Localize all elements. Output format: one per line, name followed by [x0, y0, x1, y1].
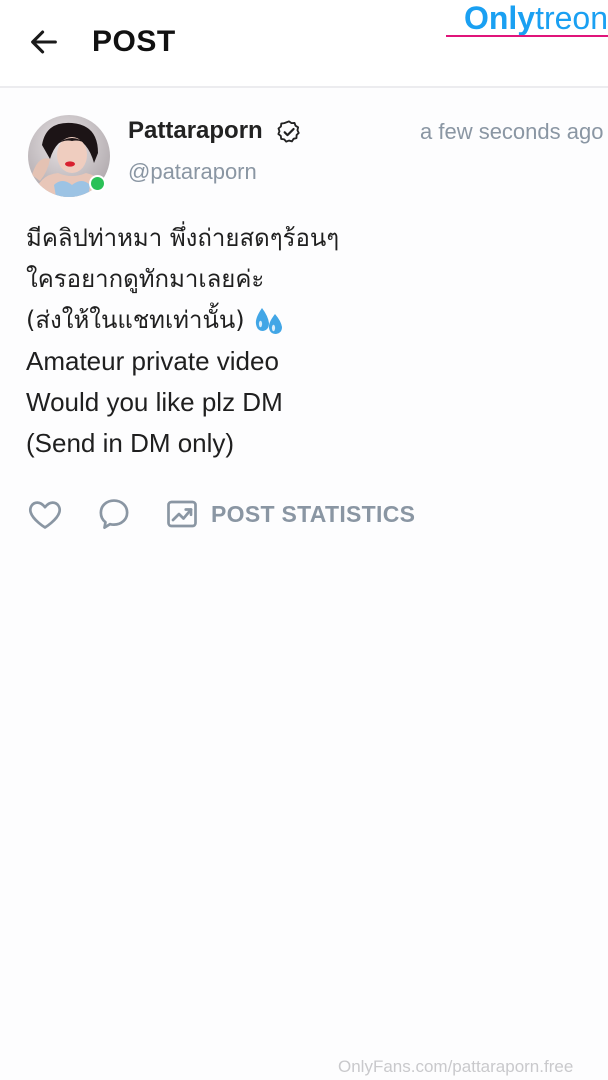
post-statistics-label: POST STATISTICS	[211, 500, 416, 527]
post-text-line: Amateur private video	[26, 346, 279, 376]
arrow-left-icon	[31, 30, 57, 54]
author-handle[interactable]: @pataraporn	[128, 158, 257, 186]
watermark-underline	[446, 35, 608, 37]
post-text-line: (Send in DM only)	[26, 428, 235, 458]
comment-button[interactable]	[95, 495, 133, 533]
post-text-line: (ส่งให้ในแชทเท่านั้น)	[26, 306, 245, 334]
back-button[interactable]	[22, 22, 66, 62]
post-text-line: ใครอยากดูทักมาเลยค่ะ	[26, 265, 265, 293]
comment-bubble-icon	[99, 499, 129, 529]
post-text: มีคลิปท่าหมา พึ่งถ่ายสดๆร้อนๆ ใครอยากดูท…	[26, 218, 586, 464]
top-app-bar: POST Onlytreon	[0, 0, 608, 88]
author-display-name[interactable]: Pattaraporn	[128, 116, 263, 146]
post-timestamp: a few seconds ago	[420, 119, 604, 144]
online-status-dot	[89, 175, 106, 192]
page-title: POST	[92, 25, 176, 58]
footer-watermark: OnlyFans.com/pattaraporn.free	[338, 1057, 574, 1076]
sweat-droplets-icon	[255, 308, 282, 334]
statistics-chart-icon	[167, 500, 197, 528]
post-screen: POST Onlytreon Pattaraporn @pataraporn a…	[0, 0, 608, 1080]
post-text-line: Would you like plz DM	[26, 387, 283, 417]
post-text-line: มีคลิปท่าหมา พึ่งถ่ายสดๆร้อนๆ	[26, 224, 340, 252]
like-button[interactable]	[26, 495, 64, 533]
watermark-logo: Onlytreon	[463, 0, 608, 36]
verified-badge-icon	[277, 120, 300, 143]
post-text-line-with-emoji: (ส่งให้ในแชทเท่านั้น)	[26, 300, 586, 341]
heart-icon	[29, 501, 61, 529]
post-statistics-button[interactable]: POST STATISTICS	[164, 495, 415, 533]
